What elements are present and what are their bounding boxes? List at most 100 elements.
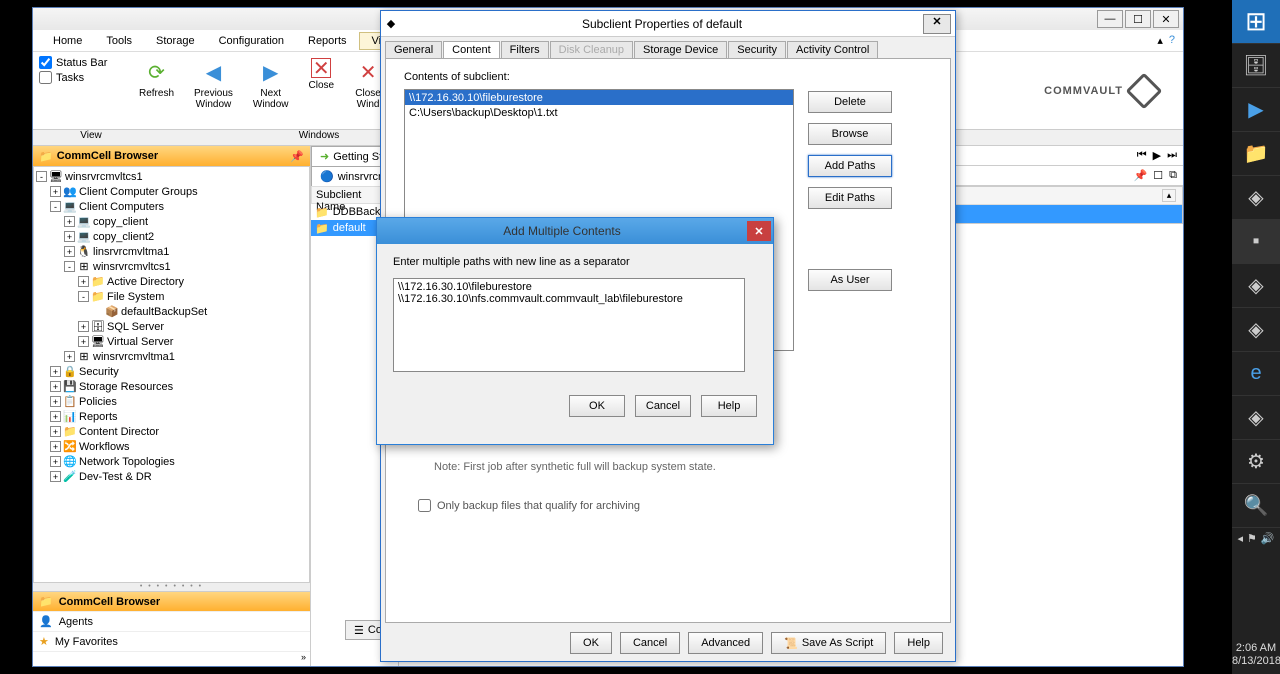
add-cancel-button[interactable]: Cancel (635, 395, 691, 417)
tab-filters[interactable]: Filters (501, 41, 549, 58)
app-icon-4[interactable]: ◈ (1232, 396, 1280, 440)
tree-toggle-icon[interactable]: - (36, 171, 47, 182)
pin-icon[interactable]: 📌 (1134, 169, 1148, 182)
nav-play-icon[interactable]: ▶ (1153, 149, 1161, 162)
tab-security[interactable]: Security (728, 41, 786, 58)
tree-node-dev-test-dr[interactable]: +🧪Dev-Test & DR (36, 469, 307, 484)
start-button[interactable]: ⊞ (1232, 0, 1280, 44)
tree-node-content-director[interactable]: +📁Content Director (36, 424, 307, 439)
tree-toggle-icon[interactable]: + (50, 366, 61, 377)
scroll-up-icon[interactable]: ▴ (1162, 189, 1176, 202)
tree-node-active-directory[interactable]: +📁Active Directory (36, 274, 307, 289)
tab-content[interactable]: Content (443, 41, 500, 58)
popout-icon[interactable]: ⧉ (1169, 169, 1177, 182)
props-ok-button[interactable]: OK (570, 632, 612, 654)
status-bar-checkbox[interactable]: Status Bar (39, 56, 129, 69)
server-manager-icon[interactable]: 🗄 (1232, 44, 1280, 88)
tab-storage-device[interactable]: Storage Device (634, 41, 727, 58)
tree-node-workflows[interactable]: +🔀Workflows (36, 439, 307, 454)
edit-paths-button[interactable]: Edit Paths (808, 187, 892, 209)
sound-icon[interactable]: 🔊 (1261, 532, 1275, 545)
search-icon[interactable]: 🔍 (1232, 484, 1280, 528)
props-advanced-button[interactable]: Advanced (688, 632, 763, 654)
next-window-button[interactable]: ▶ Next Window (243, 54, 299, 127)
flag-icon[interactable]: ⚑ (1247, 532, 1257, 545)
explorer-icon[interactable]: 📁 (1232, 132, 1280, 176)
tree-toggle-icon[interactable]: - (78, 291, 89, 302)
tree-toggle-icon[interactable]: - (64, 261, 75, 272)
tree-toggle-icon[interactable]: + (50, 396, 61, 407)
tree-toggle-icon[interactable]: + (78, 276, 89, 287)
collapse-ribbon-icon[interactable]: ▴ (1157, 34, 1163, 47)
props-cancel-button[interactable]: Cancel (620, 632, 680, 654)
tree-node-winsrvrcmvltcs1[interactable]: -⊞winsrvrcmvltcs1 (36, 259, 307, 274)
close-button[interactable]: ✕ Close (299, 54, 345, 127)
help-icon[interactable]: ? (1169, 34, 1175, 47)
powershell-icon[interactable]: ▶ (1232, 88, 1280, 132)
tree-node-copy-client2[interactable]: +💻copy_client2 (36, 229, 307, 244)
tab-agents[interactable]: 👤Agents (33, 612, 310, 632)
window-icon[interactable]: ☐ (1153, 169, 1163, 182)
tab-general[interactable]: General (385, 41, 442, 58)
settings-icon[interactable]: ⚙ (1232, 440, 1280, 484)
tree-node-network-topologies[interactable]: +🌐Network Topologies (36, 454, 307, 469)
tree-node-linsrvrcmvltma1[interactable]: +🐧linsrvrcmvltma1 (36, 244, 307, 259)
app-icon-2[interactable]: ◈ (1232, 264, 1280, 308)
app-icon-1[interactable]: ◈ (1232, 176, 1280, 220)
tree-node-winsrvrcmvltma1[interactable]: +⊞winsrvrcmvltma1 (36, 349, 307, 364)
tree-toggle-icon[interactable]: + (50, 471, 61, 482)
browse-button[interactable]: Browse (808, 123, 892, 145)
tree-toggle-icon[interactable]: + (78, 336, 89, 347)
add-close-button[interactable]: ✕ (747, 221, 771, 241)
tree-toggle-icon[interactable]: + (78, 321, 89, 332)
minimize-button[interactable]: — (1097, 10, 1123, 28)
nav-last-icon[interactable]: ⏭ (1167, 149, 1177, 162)
tree-toggle-icon[interactable]: + (50, 381, 61, 392)
delete-button[interactable]: Delete (808, 91, 892, 113)
refresh-button[interactable]: ⟳ Refresh (129, 54, 184, 127)
terminal-icon[interactable]: ▪ (1232, 220, 1280, 264)
tree-toggle-icon[interactable]: + (50, 456, 61, 467)
menu-reports[interactable]: Reports (296, 33, 359, 49)
tree-toggle-icon[interactable]: + (50, 426, 61, 437)
tree-toggle-icon[interactable]: + (64, 351, 75, 362)
tree-node-reports[interactable]: +📊Reports (36, 409, 307, 424)
content-path-row[interactable]: C:\Users\backup\Desktop\1.txt (405, 105, 793, 120)
menu-home[interactable]: Home (41, 33, 94, 49)
tree-toggle-icon[interactable]: + (64, 231, 75, 242)
paths-textarea[interactable] (393, 278, 745, 372)
menu-tools[interactable]: Tools (94, 33, 144, 49)
menu-storage[interactable]: Storage (144, 33, 207, 49)
tree-toggle-icon[interactable]: + (64, 216, 75, 227)
tree-toggle-icon[interactable]: - (50, 201, 61, 212)
tree-node-sql-server[interactable]: +🗄SQL Server (36, 319, 307, 334)
pin-icon[interactable]: 📌 (290, 150, 304, 163)
tree-node-storage-resources[interactable]: +💾Storage Resources (36, 379, 307, 394)
props-save-script-button[interactable]: 📜Save As Script (771, 632, 886, 654)
tab-favorites[interactable]: ★My Favorites (33, 632, 310, 652)
tray-arrow-icon[interactable]: ◂ (1237, 532, 1243, 545)
expand-arrow[interactable]: » (33, 652, 310, 666)
tree-node-file-system[interactable]: -📁File System (36, 289, 307, 304)
tree-toggle-icon[interactable]: + (50, 411, 61, 422)
system-tray[interactable]: ◂ ⚑ 🔊 (1232, 528, 1280, 549)
tree-node-client-computers[interactable]: -💻Client Computers (36, 199, 307, 214)
as-user-button[interactable]: As User (808, 269, 892, 291)
add-ok-button[interactable]: OK (569, 395, 625, 417)
tree-node-virtual-server[interactable]: +🖥Virtual Server (36, 334, 307, 349)
tree-toggle-icon[interactable]: + (50, 186, 61, 197)
archive-checkbox[interactable]: Only backup files that qualify for archi… (418, 499, 932, 512)
tree-node-client-computer-groups[interactable]: +👥Client Computer Groups (36, 184, 307, 199)
tree-toggle-icon[interactable]: + (50, 441, 61, 452)
nav-first-icon[interactable]: ⏮ (1137, 149, 1147, 162)
tab-commcell-browser[interactable]: 📁CommCell Browser (33, 592, 310, 612)
commcell-tree[interactable]: -🖥winsrvrcmvltcs1+👥Client Computer Group… (33, 166, 310, 583)
tree-node-winsrvrcmvltcs1[interactable]: -🖥winsrvrcmvltcs1 (36, 169, 307, 184)
props-close-button[interactable]: ✕ (923, 14, 951, 34)
previous-window-button[interactable]: ◀ Previous Window (184, 54, 243, 127)
menu-configuration[interactable]: Configuration (207, 33, 296, 49)
tree-node-copy-client[interactable]: +💻copy_client (36, 214, 307, 229)
tree-node-security[interactable]: +🔒Security (36, 364, 307, 379)
close-window-button[interactable]: ✕ (1153, 10, 1179, 28)
maximize-button[interactable]: ☐ (1125, 10, 1151, 28)
